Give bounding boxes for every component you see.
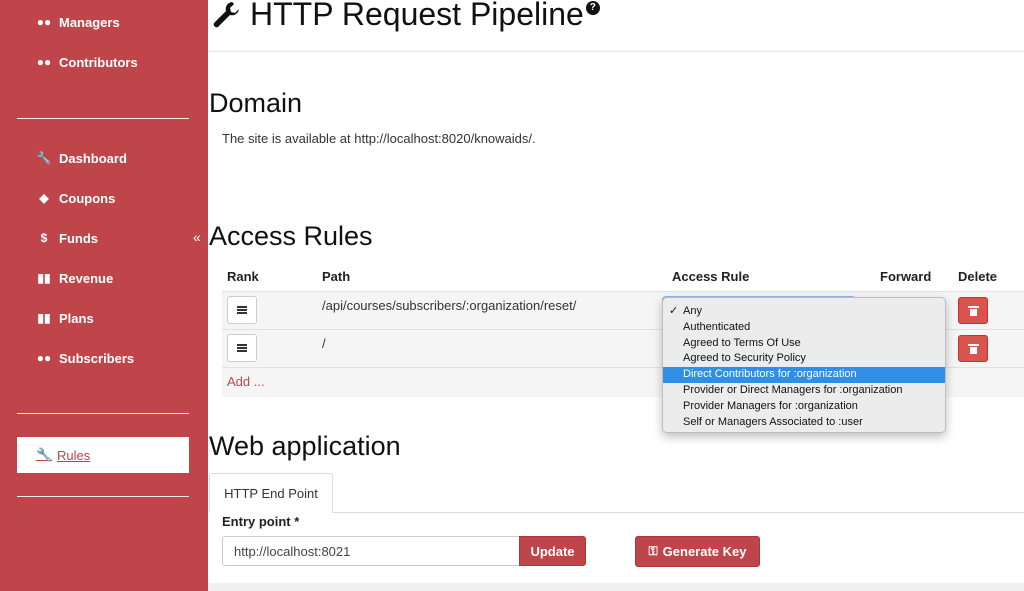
tab-http-end-point[interactable]: HTTP End Point [209,473,333,513]
sidebar-item-subscribers[interactable]: ●● Subscribers [36,348,134,368]
column-header-delete: Delete [958,269,998,284]
trash-icon [967,305,979,316]
collapse-sidebar-icon[interactable]: « [193,229,201,245]
wrench-icon: 🔧 [36,151,52,165]
dropdown-option[interactable]: Provider or Direct Managers for :organiz… [663,383,945,399]
entry-point-label: Entry point * [222,514,300,529]
add-rule-link[interactable]: Add ... [227,374,265,389]
sidebar-divider [17,496,189,497]
rank-drag-handle[interactable] [227,334,257,362]
sidebar-item-label: Coupons [59,190,116,206]
column-header-access-rule: Access Rule [672,269,750,284]
users-icon: ●● [36,55,52,69]
sidebar-item-label: Plans [59,310,94,326]
access-rule-dropdown: ✓ Any Authenticated Agreed to Terms Of Us… [662,297,946,433]
option-label: Agreed to Security Policy [683,352,806,365]
web-application-heading: Web application [209,431,401,461]
access-rules-heading: Access Rules [209,221,373,251]
option-label: Direct Contributors for :organization [683,368,857,381]
sidebar-item-label: Dashboard [59,150,127,166]
column-header-forward: Forward [880,269,932,284]
page-title: HTTP Request Pipeline ? [210,0,600,33]
page-title-text: HTTP Request Pipeline [250,0,584,32]
entry-point-input[interactable] [222,536,520,566]
rank-drag-handle[interactable] [227,296,257,324]
dropdown-option[interactable]: Agreed to Terms Of Use [663,336,945,352]
sidebar-item-label: Revenue [59,270,114,286]
bar-chart-icon: ▮▮ [37,271,51,285]
sidebar-item-funds[interactable]: $ Funds [36,228,98,248]
dropdown-option[interactable]: Self or Managers Associated to :user [663,415,945,431]
tag-icon: ◆ [39,191,49,205]
menu-icon [237,306,247,314]
dropdown-option-highlighted[interactable]: Direct Contributors for :organization [663,367,945,383]
page-footer-band [208,583,1024,591]
option-label: Self or Managers Associated to :user [683,415,863,428]
sidebar-item-label: Subscribers [59,350,135,366]
sidebar-item-dashboard[interactable]: 🔧 Dashboard [36,148,127,168]
sidebar-item-coupons[interactable]: ◆ Coupons [36,188,115,208]
dropdown-option[interactable]: Provider Managers for :organization [663,399,945,415]
column-header-path: Path [322,269,351,284]
sidebar-item-managers[interactable]: ●● Managers [36,12,120,32]
sidebar: ●● Managers ●● Contributors 🔧 Dashboard … [0,0,208,591]
delete-rule-button[interactable] [958,335,988,362]
wrench-icon: 🔧 [36,447,53,462]
path-cell: / [322,336,326,351]
help-icon[interactable]: ? [585,0,600,15]
option-label: Any [683,305,702,317]
key-icon: ⚿ [648,544,658,558]
sidebar-item-label: Funds [59,230,98,246]
column-header-rank: Rank [227,269,259,284]
dropdown-option[interactable]: Agreed to Security Policy [663,351,945,367]
generate-key-button[interactable]: ⚿ Generate Key [635,536,760,567]
users-icon: ●● [36,15,52,29]
sidebar-item-plans[interactable]: ▮▮ Plans [36,308,94,328]
domain-text: The site is available at http://localhos… [222,131,536,146]
sidebar-item-contributors[interactable]: ●● Contributors [36,52,138,72]
checkmark-icon: ✓ [669,305,679,317]
users-icon: ●● [36,351,52,365]
domain-heading: Domain [209,88,303,118]
generate-key-label: Generate Key [662,544,747,559]
menu-icon [237,344,247,352]
trash-icon [967,343,979,354]
option-label: Agreed to Terms Of Use [683,336,801,349]
bar-chart-icon: ▮▮ [37,311,51,325]
option-label: Provider or Direct Managers for :organiz… [683,383,903,396]
delete-rule-button[interactable] [958,297,988,324]
wrench-icon [213,1,239,27]
sidebar-item-label: Contributors [59,54,138,70]
path-cell: /api/courses/subscribers/:organization/r… [322,298,577,313]
option-label: Provider Managers for :organization [683,399,858,412]
sidebar-divider [17,118,189,119]
sidebar-item-rules[interactable]: 🔧 Rules [17,437,189,473]
title-divider [208,51,1024,52]
sidebar-divider [17,413,189,414]
option-label: Authenticated [683,320,751,333]
dollar-icon: $ [40,231,48,245]
update-button[interactable]: Update [519,536,586,566]
sidebar-item-label: Rules [57,447,91,463]
sidebar-item-revenue[interactable]: ▮▮ Revenue [36,268,113,288]
dropdown-option[interactable]: ✓ Any [663,304,945,320]
sidebar-item-label: Managers [59,14,120,30]
dropdown-option[interactable]: Authenticated [663,320,945,336]
